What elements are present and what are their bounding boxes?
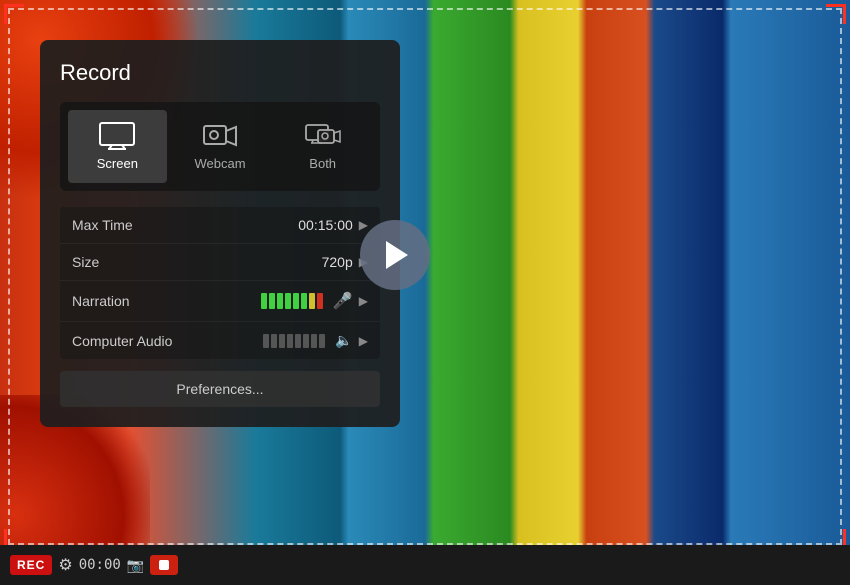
ca-bar-8 bbox=[319, 334, 325, 348]
settings-gear-button[interactable]: ⚙ bbox=[58, 555, 72, 575]
computer-audio-arrow[interactable]: ▶ bbox=[359, 334, 368, 348]
panel-title: Record bbox=[60, 60, 380, 86]
both-label: Both bbox=[309, 156, 336, 171]
rec-badge: REC bbox=[10, 555, 52, 575]
ca-bar-6 bbox=[303, 334, 309, 348]
mic-icon[interactable]: 🎤 bbox=[333, 291, 353, 311]
bar-5 bbox=[293, 293, 299, 309]
computer-audio-label: Computer Audio bbox=[72, 333, 192, 349]
webcam-icon bbox=[202, 122, 238, 150]
corner-bracket-tl bbox=[4, 4, 24, 24]
max-time-row: Max Time 00:15:00 ▶ bbox=[60, 207, 380, 244]
ca-bar-5 bbox=[295, 334, 301, 348]
bar-1 bbox=[261, 293, 267, 309]
ca-bar-7 bbox=[311, 334, 317, 348]
narration-bars bbox=[261, 293, 323, 309]
ca-bar-1 bbox=[263, 334, 269, 348]
preferences-button[interactable]: Preferences... bbox=[60, 371, 380, 407]
source-screen-button[interactable]: Screen bbox=[68, 110, 167, 183]
screen-icon bbox=[99, 122, 135, 150]
computer-audio-bars bbox=[263, 334, 325, 348]
speaker-icon[interactable]: 🔈 bbox=[335, 332, 352, 349]
source-webcam-button[interactable]: Webcam bbox=[171, 110, 270, 183]
play-button[interactable] bbox=[360, 220, 430, 290]
bar-4 bbox=[285, 293, 291, 309]
bar-7 bbox=[309, 293, 315, 309]
source-selector: Screen Webcam Both bbox=[60, 102, 380, 191]
ca-bar-4 bbox=[287, 334, 293, 348]
narration-label: Narration bbox=[72, 293, 192, 309]
computer-audio-meter: 🔈 bbox=[192, 332, 353, 349]
bar-8 bbox=[317, 293, 323, 309]
narration-meter: 🎤 bbox=[192, 291, 353, 311]
size-label: Size bbox=[72, 254, 192, 270]
source-both-button[interactable]: Both bbox=[273, 110, 372, 183]
bottom-toolbar: REC ⚙ 00:00 📷 bbox=[0, 545, 850, 585]
both-icon bbox=[305, 122, 341, 150]
stop-record-button[interactable] bbox=[150, 555, 178, 575]
webcam-label: Webcam bbox=[194, 156, 245, 171]
size-value: 720p bbox=[192, 254, 353, 270]
computer-audio-row: Computer Audio 🔈 ▶ bbox=[60, 322, 380, 359]
bar-3 bbox=[277, 293, 283, 309]
size-row: Size 720p ▶ bbox=[60, 244, 380, 281]
play-triangle-icon bbox=[386, 241, 408, 269]
narration-row: Narration 🎤 ▶ bbox=[60, 281, 380, 322]
ca-bar-2 bbox=[271, 334, 277, 348]
timer-display: 00:00 bbox=[79, 557, 121, 573]
max-time-label: Max Time bbox=[72, 217, 192, 233]
ca-bar-3 bbox=[279, 334, 285, 348]
settings-area: Max Time 00:15:00 ▶ Size 720p ▶ Narratio… bbox=[60, 207, 380, 359]
max-time-arrow[interactable]: ▶ bbox=[359, 218, 368, 232]
narration-arrow[interactable]: ▶ bbox=[359, 294, 368, 308]
bar-6 bbox=[301, 293, 307, 309]
screen-label: Screen bbox=[97, 156, 138, 171]
max-time-value: 00:15:00 bbox=[192, 217, 353, 233]
bottom-controls: REC ⚙ 00:00 📷 bbox=[10, 555, 178, 575]
camera-toggle-button[interactable]: 📷 bbox=[127, 557, 144, 574]
stop-icon bbox=[159, 560, 169, 570]
record-panel: Record Screen Webcam bbox=[40, 40, 400, 427]
corner-bracket-tr bbox=[826, 4, 846, 24]
bar-2 bbox=[269, 293, 275, 309]
